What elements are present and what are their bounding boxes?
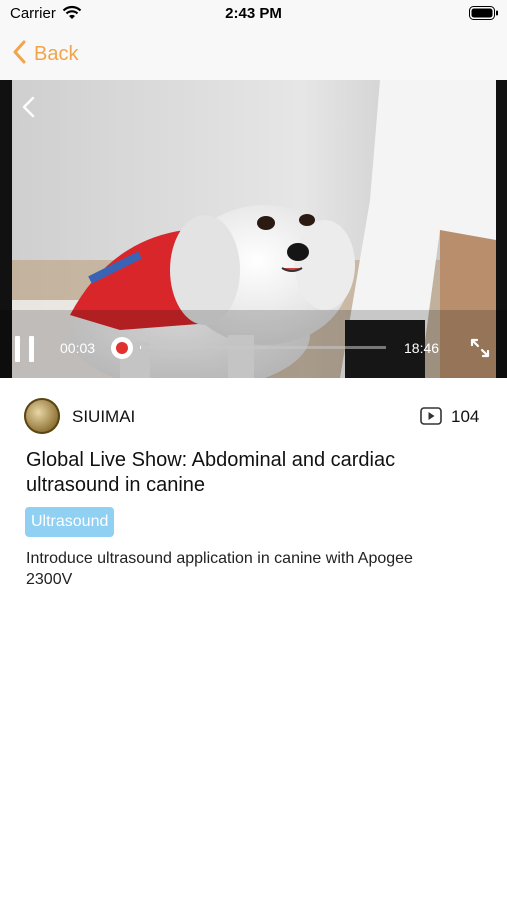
battery-icon bbox=[469, 6, 499, 26]
chevron-left-icon bbox=[12, 40, 26, 69]
navigation-bar: Back bbox=[0, 28, 507, 80]
video-description: Introduce ultrasound application in cani… bbox=[26, 550, 413, 588]
category-tag[interactable]: Ultrasound bbox=[25, 507, 115, 537]
record-icon[interactable] bbox=[111, 337, 133, 359]
video-title: Global Live Show: Abdominal and cardiac … bbox=[26, 449, 396, 496]
view-count: 104 bbox=[451, 407, 480, 426]
status-bar: Carrier 2:43 PM bbox=[0, 0, 507, 28]
play-icon bbox=[420, 407, 442, 430]
total-time: 18:46 bbox=[404, 340, 440, 356]
fullscreen-icon[interactable] bbox=[469, 337, 491, 359]
video-controls: 00:03 18:46 bbox=[0, 80, 507, 378]
video-player[interactable]: 00:03 18:46 bbox=[0, 80, 507, 378]
progress-bar[interactable] bbox=[140, 346, 386, 349]
current-time: 00:03 bbox=[60, 340, 96, 356]
pause-icon[interactable] bbox=[15, 336, 37, 362]
back-label: Back bbox=[34, 42, 79, 65]
progress-fill bbox=[140, 346, 141, 349]
clock: 2:43 PM bbox=[225, 5, 282, 22]
video-back-icon[interactable] bbox=[18, 96, 40, 118]
channel-avatar[interactable] bbox=[24, 398, 60, 434]
back-button[interactable]: Back bbox=[12, 39, 78, 69]
channel-name[interactable]: SIUIMAI bbox=[72, 407, 135, 427]
